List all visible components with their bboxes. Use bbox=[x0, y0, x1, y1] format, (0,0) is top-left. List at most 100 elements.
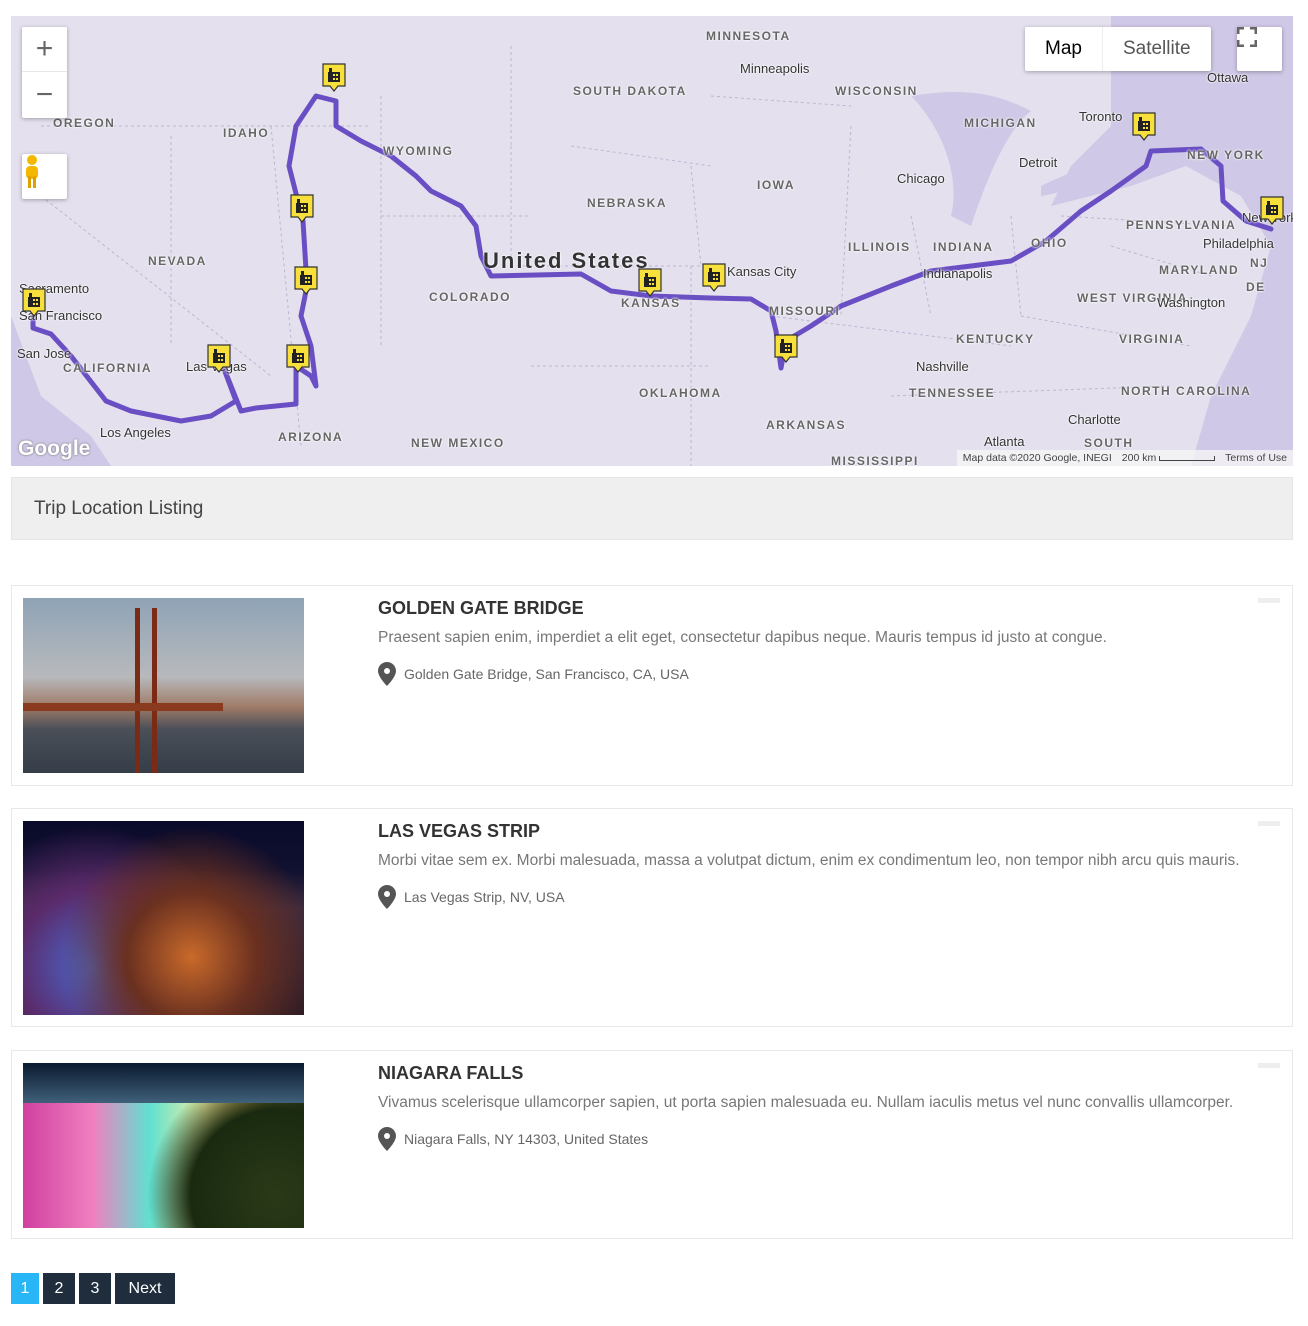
hotel-marker[interactable] bbox=[773, 334, 799, 363]
map-city-label: Charlotte bbox=[1068, 412, 1121, 427]
map-city-label: Chicago bbox=[897, 171, 945, 186]
listing-description: Praesent sapien enim, imperdiet a elit e… bbox=[378, 629, 1107, 646]
map-state-label: SOUTH bbox=[1084, 436, 1134, 450]
listing-location: Niagara Falls, NY 14303, United States bbox=[404, 1131, 649, 1147]
map-state-label: MICHIGAN bbox=[964, 116, 1037, 130]
hotel-marker[interactable] bbox=[321, 63, 347, 92]
listing-card: LAS VEGAS STRIP Morbi vitae sem ex. Morb… bbox=[11, 808, 1293, 1027]
las-vegas-photo[interactable] bbox=[23, 821, 304, 1015]
hotel-icon bbox=[702, 263, 726, 292]
map-state-label: MINNESOTA bbox=[706, 29, 791, 43]
map-data-credit: Map data ©2020 Google, INEGI bbox=[962, 452, 1112, 464]
hotel-marker[interactable] bbox=[1131, 112, 1157, 141]
google-logo: Google bbox=[18, 437, 91, 460]
map-state-label: NEW YORK bbox=[1187, 148, 1265, 162]
fullscreen-button[interactable] bbox=[1237, 27, 1282, 71]
zoom-out-button[interactable]: − bbox=[22, 72, 67, 117]
hotel-icon bbox=[286, 344, 310, 373]
page-1-button[interactable]: 1 bbox=[11, 1273, 39, 1304]
map-city-label: Los Angeles bbox=[100, 425, 171, 440]
hotel-marker[interactable] bbox=[701, 263, 727, 292]
hotel-icon bbox=[1260, 196, 1284, 225]
map-state-label: IDAHO bbox=[223, 126, 270, 140]
scale-label: 200 km bbox=[1121, 452, 1157, 464]
hotel-icon bbox=[1132, 112, 1156, 141]
hotel-marker[interactable] bbox=[637, 268, 663, 297]
map-city-label: Minneapolis bbox=[740, 61, 810, 76]
map-scale: 200 km bbox=[1121, 452, 1216, 464]
map-state-label: WISCONSIN bbox=[835, 84, 918, 98]
card-handle bbox=[1258, 598, 1280, 603]
hotel-icon bbox=[638, 268, 662, 297]
map-state-label: IOWA bbox=[757, 178, 795, 192]
zoom-control: + − bbox=[22, 27, 67, 118]
map-state-label: CALIFORNIA bbox=[63, 361, 152, 375]
listing-card: GOLDEN GATE BRIDGE Praesent sapien enim,… bbox=[11, 585, 1293, 786]
map-city-label: Toronto bbox=[1079, 109, 1123, 124]
listing-description: Vivamus scelerisque ullamcorper sapien, … bbox=[378, 1094, 1234, 1111]
map-attribution: Map data ©2020 Google, INEGI 200 km Term… bbox=[956, 450, 1293, 466]
map-state-label: NEVADA bbox=[148, 254, 207, 268]
hotel-marker[interactable] bbox=[21, 288, 47, 317]
hotel-marker[interactable] bbox=[289, 194, 315, 223]
map-type-map-button[interactable]: Map bbox=[1025, 27, 1102, 71]
map-state-label: ARIZONA bbox=[278, 430, 344, 444]
location-pin-icon bbox=[378, 885, 396, 909]
hotel-marker[interactable] bbox=[206, 344, 232, 373]
map-city-label: Nashville bbox=[916, 359, 969, 374]
map-state-label: OKLAHOMA bbox=[639, 386, 722, 400]
listing-title[interactable]: GOLDEN GATE BRIDGE bbox=[378, 598, 1276, 619]
map-type-satellite-button[interactable]: Satellite bbox=[1101, 27, 1211, 71]
map-state-label: DE bbox=[1246, 280, 1266, 294]
card-handle bbox=[1258, 821, 1280, 826]
hotel-marker[interactable] bbox=[1259, 196, 1285, 225]
trip-map[interactable]: OREGON IDAHO NEVADA CALIFORNIA ARIZONA NEW ME… bbox=[11, 16, 1293, 466]
niagara-falls-photo[interactable] bbox=[23, 1063, 304, 1228]
card-handle bbox=[1258, 1063, 1280, 1068]
map-state-label: NEW MEXICO bbox=[411, 436, 505, 450]
pegman-icon bbox=[26, 155, 38, 188]
map-city-label: Washington bbox=[1157, 295, 1226, 310]
map-city-label: Indianapolis bbox=[923, 266, 993, 281]
map-state-label: OHIO bbox=[1031, 236, 1068, 250]
terms-of-use-link[interactable]: Terms of Use bbox=[1225, 452, 1287, 464]
map-state-label: KENTUCKY bbox=[956, 332, 1035, 346]
map-state-label: NJ bbox=[1250, 256, 1269, 270]
map-city-label: Ottawa bbox=[1207, 70, 1249, 85]
hotel-marker[interactable] bbox=[285, 344, 311, 373]
next-page-button[interactable]: Next bbox=[115, 1273, 175, 1304]
map-type-control: Map Satellite bbox=[1025, 27, 1211, 71]
map-state-label: ILLINOIS bbox=[848, 240, 911, 254]
listing-description: Morbi vitae sem ex. Morbi malesuada, mas… bbox=[378, 852, 1240, 869]
fullscreen-icon bbox=[1237, 27, 1257, 47]
map-state-label: WYOMING bbox=[383, 144, 454, 158]
listing-title[interactable]: NIAGARA FALLS bbox=[378, 1063, 1276, 1084]
map-state-label: TENNESSEE bbox=[909, 386, 996, 400]
hotel-icon bbox=[294, 266, 318, 295]
street-view-pegman-button[interactable] bbox=[22, 154, 67, 199]
map-country-label: United States bbox=[483, 248, 650, 273]
map-state-label: INDIANA bbox=[933, 240, 994, 254]
page-2-button[interactable]: 2 bbox=[43, 1273, 75, 1304]
zoom-in-button[interactable]: + bbox=[22, 27, 67, 72]
hotel-icon bbox=[22, 288, 46, 317]
hotel-icon bbox=[290, 194, 314, 223]
hotel-marker[interactable] bbox=[293, 266, 319, 295]
map-state-label: OREGON bbox=[53, 116, 116, 130]
map-city-label: Atlanta bbox=[984, 434, 1025, 449]
location-pin-icon bbox=[378, 662, 396, 686]
map-city-label: Detroit bbox=[1019, 155, 1058, 170]
map-city-label: San Jose bbox=[17, 346, 72, 361]
listing-title[interactable]: LAS VEGAS STRIP bbox=[378, 821, 1276, 842]
map-state-label: PENNSYLVANIA bbox=[1126, 218, 1237, 232]
golden-gate-photo[interactable] bbox=[23, 598, 304, 773]
map-state-label: VIRGINIA bbox=[1119, 332, 1185, 346]
map-city-label: Philadelphia bbox=[1203, 236, 1274, 251]
map-state-label: MISSOURI bbox=[769, 304, 841, 318]
map-state-label: NEBRASKA bbox=[587, 196, 668, 210]
map-city-label: Kansas City bbox=[727, 264, 797, 279]
page-3-button[interactable]: 3 bbox=[79, 1273, 111, 1304]
hotel-icon bbox=[322, 63, 346, 92]
map-state-label: SOUTH DAKOTA bbox=[573, 84, 687, 98]
map-state-label: NORTH CAROLINA bbox=[1121, 384, 1252, 398]
